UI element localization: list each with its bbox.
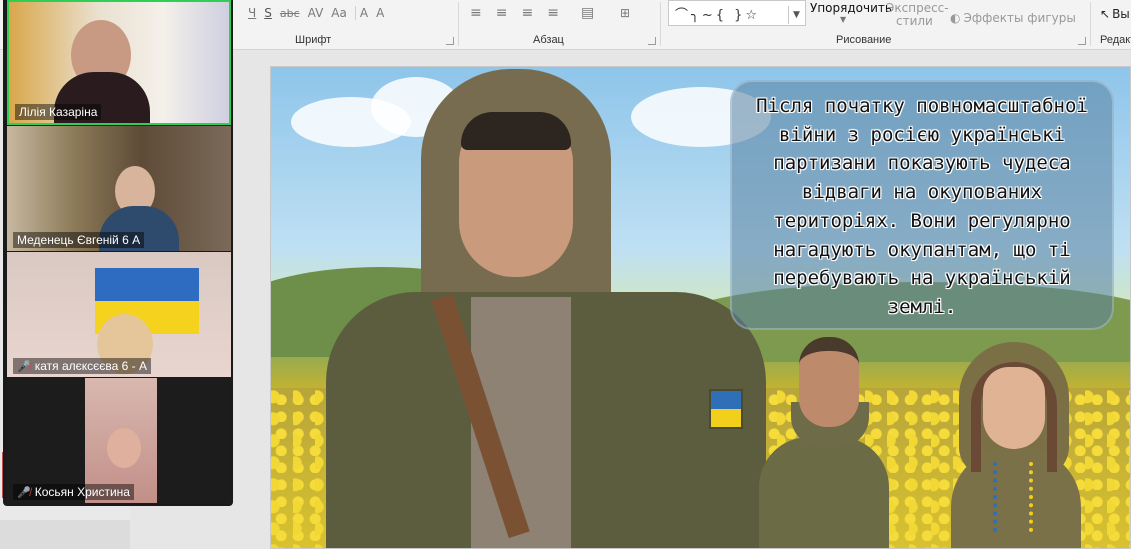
powerpoint-zoom-screen: Ч S abc AV Aa A A ≡ ≡ ≡ ≡ ▤ ⊞ ⌒╮~{ }☆ ▼ … [0, 0, 1131, 549]
embroidery-pattern [993, 462, 1033, 532]
boy-figure [759, 437, 889, 548]
boy-head [799, 337, 859, 427]
video-tile[interactable]: Лілія Казаріна [7, 0, 231, 125]
align-right-icon[interactable]: ≡ [517, 5, 543, 21]
justify-icon[interactable]: ≡ [543, 5, 569, 21]
shape-effects-label: Эффекты фигуры [963, 11, 1076, 25]
cursor-icon: ↖ [1100, 7, 1111, 21]
participant-name-tag: 🎤̸ катя алєксєєва 6 - А [13, 358, 151, 374]
columns-icon[interactable]: ▤ [577, 5, 604, 21]
group-drawing-label: Рисование [836, 34, 892, 46]
muted-mic-icon: 🎤̸ [17, 486, 31, 499]
slide-canvas[interactable]: Після початку повномасштабної війни з ро… [270, 66, 1131, 549]
drawing-dialog-launcher-icon[interactable] [1078, 37, 1086, 45]
shape-effects-icon: ◐ [950, 11, 961, 25]
ukraine-flag-patch-icon [709, 389, 743, 429]
separator [1090, 2, 1091, 46]
font-color-button[interactable]: A [372, 6, 388, 20]
change-case-button[interactable]: Aa [327, 6, 351, 20]
participant-face [107, 428, 141, 468]
highlight-button[interactable]: A [354, 6, 372, 20]
participant-name: Меденець Євгеній 6 А [17, 233, 141, 247]
group-edit-label: Редакт [1100, 34, 1131, 46]
muted-mic-icon: 🎤̸ [17, 360, 31, 373]
group-font-label: Шрифт [295, 34, 332, 46]
slide-text-box[interactable]: Після початку повномасштабної війни з ро… [730, 80, 1114, 330]
strikethrough-button[interactable]: abc [276, 7, 304, 20]
smartart-icon[interactable]: ⊞ [616, 6, 634, 20]
participant-name: Лілія Казаріна [19, 105, 98, 119]
align-center-icon[interactable]: ≡ [492, 5, 518, 21]
shape-effects-button[interactable]: ◐ Эффекты фигуры [950, 8, 1076, 28]
participant-name-tag: Меденець Євгеній 6 А [13, 232, 145, 248]
paragraph-dialog-launcher-icon[interactable] [648, 37, 656, 45]
character-spacing-button[interactable]: AV [304, 6, 328, 20]
participant-name-tag: Лілія Казаріна [15, 104, 102, 120]
girl-face [983, 367, 1045, 449]
shapes-preview: ⌒╮~{ }☆ [675, 7, 761, 23]
video-tile[interactable]: Меденець Євгеній 6 А [7, 126, 231, 251]
shapes-gallery[interactable]: ⌒╮~{ }☆ [668, 0, 806, 26]
paragraph-tools: ≡ ≡ ≡ ≡ ▤ [466, 2, 604, 24]
chevron-down-icon: ▼ [840, 14, 847, 24]
video-tile[interactable]: 🎤̸ Косьян Христина [7, 378, 231, 503]
group-paragraph-label: Абзац [533, 34, 564, 46]
arrange-button[interactable]: Упорядочить [810, 0, 892, 16]
participant-name-tag: 🎤̸ Косьян Христина [13, 484, 134, 500]
gallery-more-icon[interactable]: ▼ [788, 6, 804, 24]
quick-styles-label-2: стили [896, 14, 933, 28]
select-button[interactable]: ↖ Вы [1100, 4, 1130, 24]
participant-name: Косьян Христина [34, 485, 130, 499]
separator [458, 2, 459, 46]
participant-name: катя алєксєєва 6 - А [34, 359, 147, 373]
video-tile[interactable]: 🎤̸ катя алєксєєва 6 - А [7, 252, 231, 377]
quick-styles-label: стили [896, 13, 933, 29]
arrange-label: Упорядочить [810, 1, 892, 15]
shadow-button[interactable]: S [260, 6, 276, 20]
partisan-hair [461, 112, 571, 150]
slide-text: Після початку повномасштабної війни з ро… [756, 95, 1088, 318]
font-dialog-launcher-icon[interactable] [446, 37, 454, 45]
paragraph-extra: ⊞ [616, 2, 634, 24]
font-tools: Ч S abc AV Aa A A [244, 2, 388, 24]
align-left-icon[interactable]: ≡ [466, 5, 492, 21]
thumbnail-scroll-area [0, 520, 130, 549]
select-label: Вы [1112, 7, 1130, 21]
underline-button[interactable]: Ч [244, 6, 260, 20]
separator [660, 2, 661, 46]
video-gallery-panel: Лілія Казаріна Меденець Євгеній 6 А 🎤̸ к… [3, 0, 233, 506]
